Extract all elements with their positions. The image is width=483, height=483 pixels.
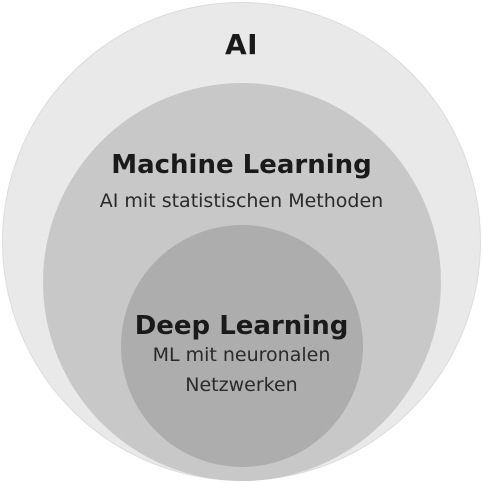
deep-learning-title: Deep Learning (134, 311, 349, 341)
machine-learning-description: AI mit statistischen Methoden (99, 190, 384, 212)
ai-ml-dl-venn-diagram: AI Machine Learning AI mit statistischen… (0, 0, 483, 483)
deep-learning-description-line1: ML mit neuronalen (152, 344, 331, 366)
deep-learning-description-line2: Netzwerken (185, 374, 298, 396)
ai-title: AI (224, 28, 259, 61)
machine-learning-title: Machine Learning (111, 150, 372, 180)
